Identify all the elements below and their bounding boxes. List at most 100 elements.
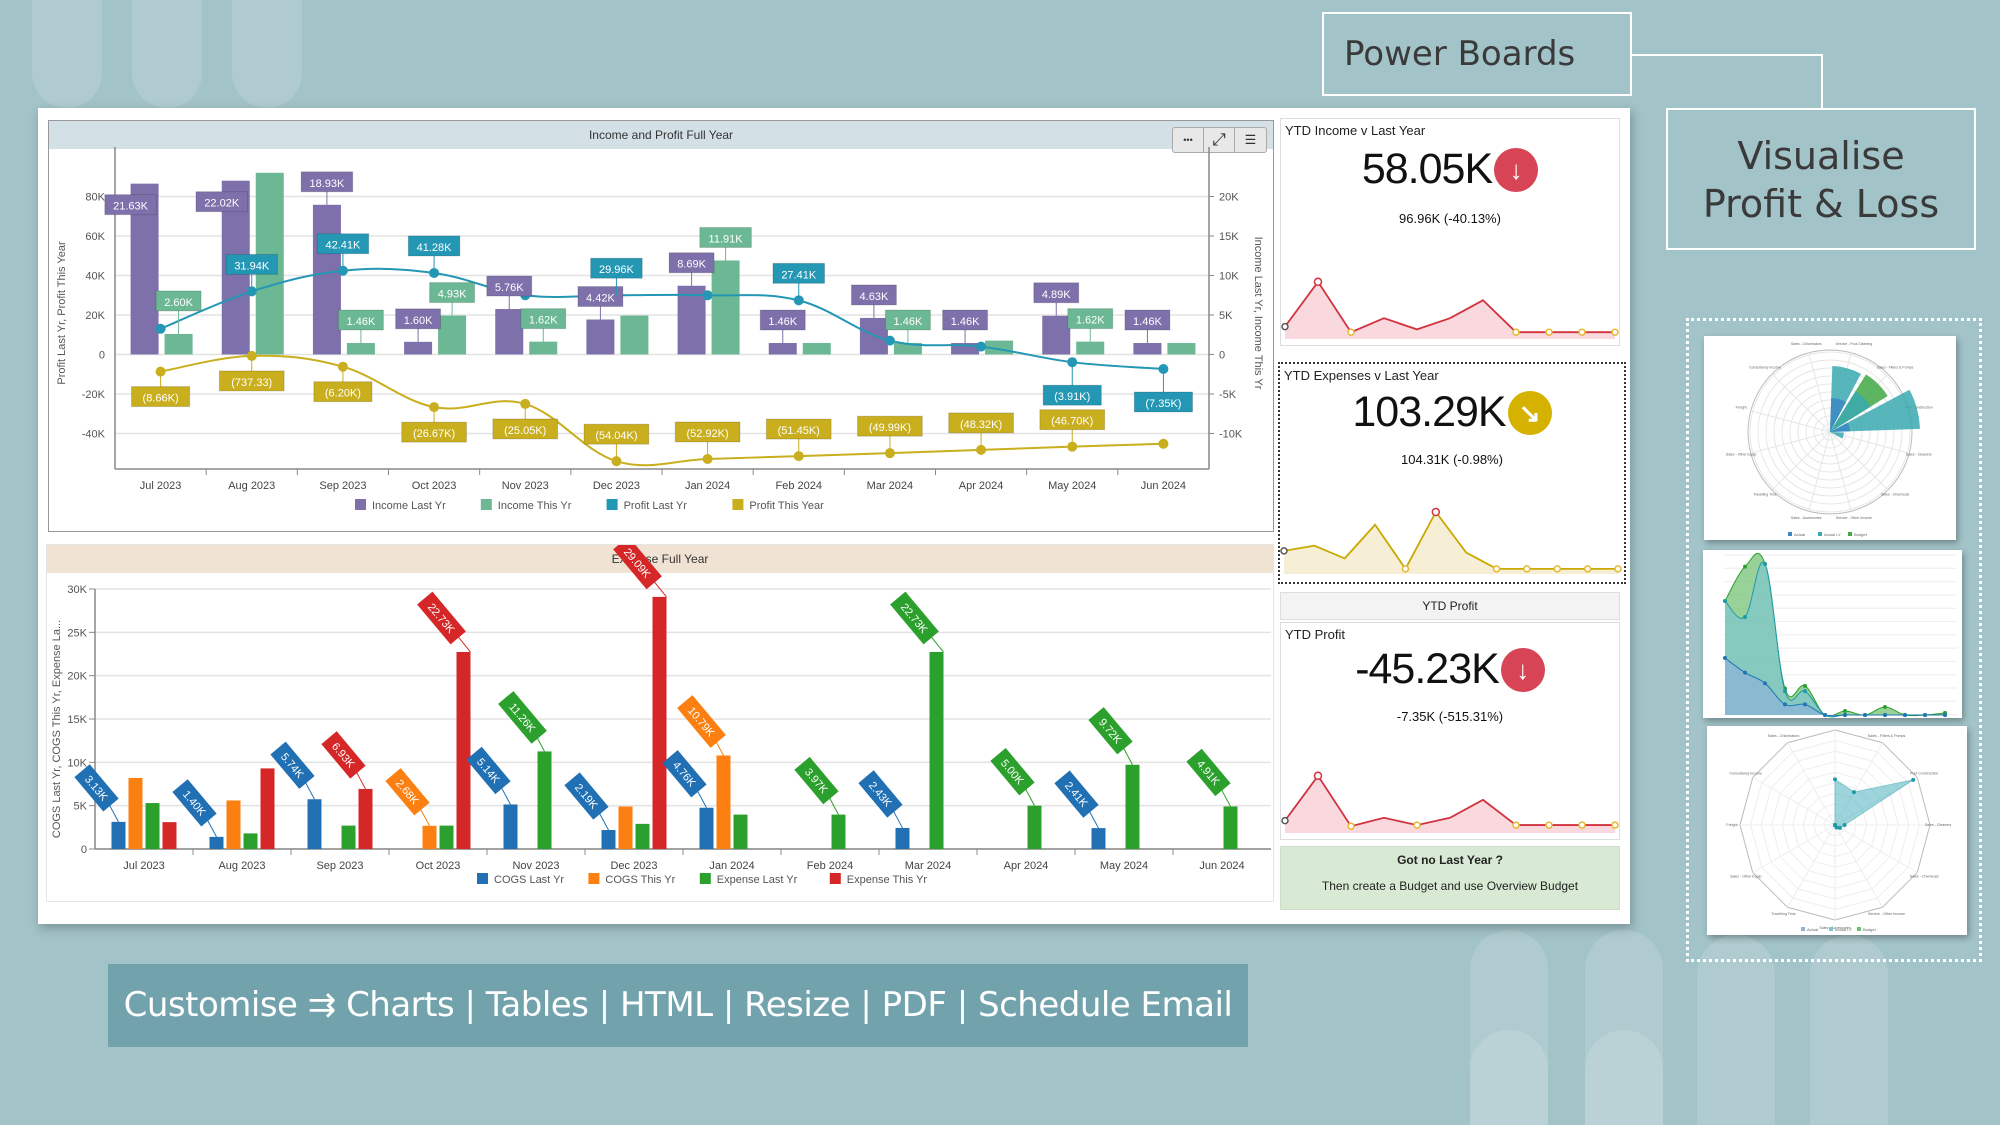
polar-label: Service - Other Income	[1836, 516, 1872, 520]
label-profit-this-year: (737.33)	[231, 377, 272, 389]
label-profit-this-year: (46.70K)	[1051, 416, 1093, 428]
visualise-line1: Visualise	[1737, 134, 1905, 178]
sparkline-start-point	[1281, 816, 1289, 825]
x-tick-label: Dec 2023	[593, 480, 640, 492]
kpi-sparkline	[1280, 507, 1622, 574]
income-profit-chart: Income and Profit Full Year ••• ⤢ ☰ 80K 6…	[48, 120, 1274, 532]
sparkline-start-point	[1280, 547, 1288, 555]
label-cogs-last-yr-group: 2.41K	[1054, 770, 1099, 818]
thumb-legend-swatch	[1848, 532, 1852, 536]
y-tick-right: 10K	[1219, 270, 1239, 282]
bar-expense-last-yr	[929, 652, 944, 849]
bg-decoration	[1810, 935, 1888, 1125]
bar-income-last-yr	[1042, 315, 1071, 355]
area-point	[1863, 713, 1867, 717]
bar-expense-this-yr	[358, 788, 373, 849]
y-tick-label: 0	[81, 844, 87, 856]
radar-spoke	[1752, 824, 1836, 873]
legend-swatch	[829, 873, 841, 884]
radar-spoke	[1787, 824, 1836, 908]
y-tick-right: -10K	[1219, 428, 1243, 440]
radar-spoke	[1787, 742, 1836, 826]
expense-plot: 30K 25K 20K 15K 10K 5K 0 COGS Last Yr, COGS Thi…	[51, 545, 1271, 886]
x-tick-label: Mar 2024	[905, 860, 951, 872]
kpi-comparison: 96.96K (-40.13%)	[1399, 211, 1501, 226]
label-cogs-last-yr-group: 5.14K	[466, 746, 511, 795]
bar-expense-last-yr	[1223, 806, 1238, 849]
radar-label: Sales - Chemicals	[1910, 875, 1939, 879]
label-income-last-yr: 22.02K	[204, 198, 240, 210]
label-income-last-yr: 4.89K	[1042, 289, 1071, 301]
bg-decoration	[232, 0, 302, 108]
y-tick-label: 10K	[67, 757, 87, 769]
bar-cogs-this-yr	[716, 755, 731, 849]
sparkline-low-point	[1553, 565, 1562, 573]
callout-connector	[1632, 54, 1823, 110]
y-axis-label-left: Profit Last Yr, Profit This Year	[56, 241, 68, 385]
label-income-last-yr: 5.76K	[495, 282, 524, 294]
radar-label: Travelling Time	[1771, 912, 1795, 916]
radar-point	[1852, 790, 1856, 795]
kpi-card-ytd-profit-header: YTD Profit	[1280, 592, 1620, 620]
point-profit-last-yr	[702, 290, 713, 301]
x-tick-label: Jul 2023	[140, 480, 182, 492]
kpi-card-ytd-expenses: YTD Expenses v Last Year 103.29K ↘ 104.31…	[1278, 362, 1626, 584]
label-income-this-yr: 1.62K	[1076, 315, 1105, 327]
polar-label: Sales - Cleaners	[1906, 452, 1932, 456]
point-profit-last-yr	[884, 335, 895, 346]
bar-income-this-yr	[529, 341, 558, 355]
bar-cogs-last-yr	[895, 827, 910, 849]
bar-expense-last-yr	[537, 751, 552, 849]
kpi-value: 58.05K ↓	[1281, 143, 1619, 194]
polar-label: Sales - Chlorinators	[1791, 342, 1822, 346]
kpi-number: 58.05K	[1361, 145, 1493, 194]
bar-cogs-last-yr	[209, 836, 224, 849]
thumb-legend-label: Actual LY	[1824, 532, 1841, 537]
label-income-last-yr: 21.63K	[113, 201, 149, 213]
bar-expense-last-yr	[635, 823, 650, 849]
area-point	[1943, 713, 1947, 717]
area-point	[1743, 564, 1747, 569]
thumbnail-radar-chart[interactable]: Service - Pool CleaningSales - Filters &…	[1707, 726, 1967, 935]
y-tick-left: 40K	[85, 270, 105, 282]
area-point	[1723, 656, 1727, 661]
legend-swatch	[355, 499, 366, 510]
sparkline-max-point	[1431, 507, 1441, 517]
bar-cogs-this-yr	[226, 800, 241, 849]
legend-label: Expense This Yr	[847, 874, 928, 886]
y-tick-right: 0	[1219, 349, 1225, 361]
label-income-last-yr: 8.69K	[677, 259, 706, 271]
thumbnail-area-chart[interactable]	[1703, 550, 1962, 718]
label-income-last-yr: 1.46K	[1133, 316, 1162, 328]
arrow-down-icon: ↓	[1500, 647, 1545, 692]
label-profit-this-year: (25.05K)	[504, 425, 546, 437]
note-title: Got no Last Year ?	[1397, 853, 1503, 867]
legend-swatch	[606, 499, 618, 510]
polar-label: Sales - Filters & Pumps	[1877, 365, 1914, 369]
label-profit-last-yr: 27.41K	[781, 269, 817, 281]
polar-thumbnail-plot: Sales - Chlorinators Service - Pool Clean…	[1726, 342, 1933, 537]
kpi-number: 103.29K	[1352, 388, 1506, 437]
label-income-last-yr: 4.63K	[860, 291, 889, 303]
sparkline-low-point	[1492, 565, 1501, 573]
bg-decoration	[1470, 1030, 1548, 1125]
x-tick-label: Sep 2023	[319, 480, 366, 492]
thumbnail-polar-chart[interactable]: Sales - Chlorinators Service - Pool Clean…	[1704, 336, 1956, 540]
area-point	[1823, 713, 1827, 717]
radar-point	[1833, 777, 1837, 782]
polar-spoke	[1771, 431, 1831, 491]
bar-cogs-last-yr	[1091, 828, 1106, 849]
x-tick-label: Jan 2024	[709, 860, 754, 872]
y-tick-right: 15K	[1219, 231, 1239, 243]
point-profit-last-yr	[155, 323, 166, 334]
area-point	[1843, 709, 1847, 714]
sparkline-max-point	[1313, 771, 1323, 781]
budget-note: Got no Last Year ? Then create a Budget …	[1280, 846, 1620, 910]
thumb-legend-swatch	[1857, 927, 1861, 931]
bar-income-this-yr	[620, 315, 649, 355]
sparkline-start-point	[1281, 322, 1289, 331]
label-cogs-this-yr-group: 10.79K	[677, 695, 726, 748]
bar-cogs-last-yr	[111, 821, 126, 849]
features-banner: Customise ⇉ Charts | Tables | HTML | Res…	[108, 964, 1248, 1047]
area-point	[1883, 705, 1887, 710]
